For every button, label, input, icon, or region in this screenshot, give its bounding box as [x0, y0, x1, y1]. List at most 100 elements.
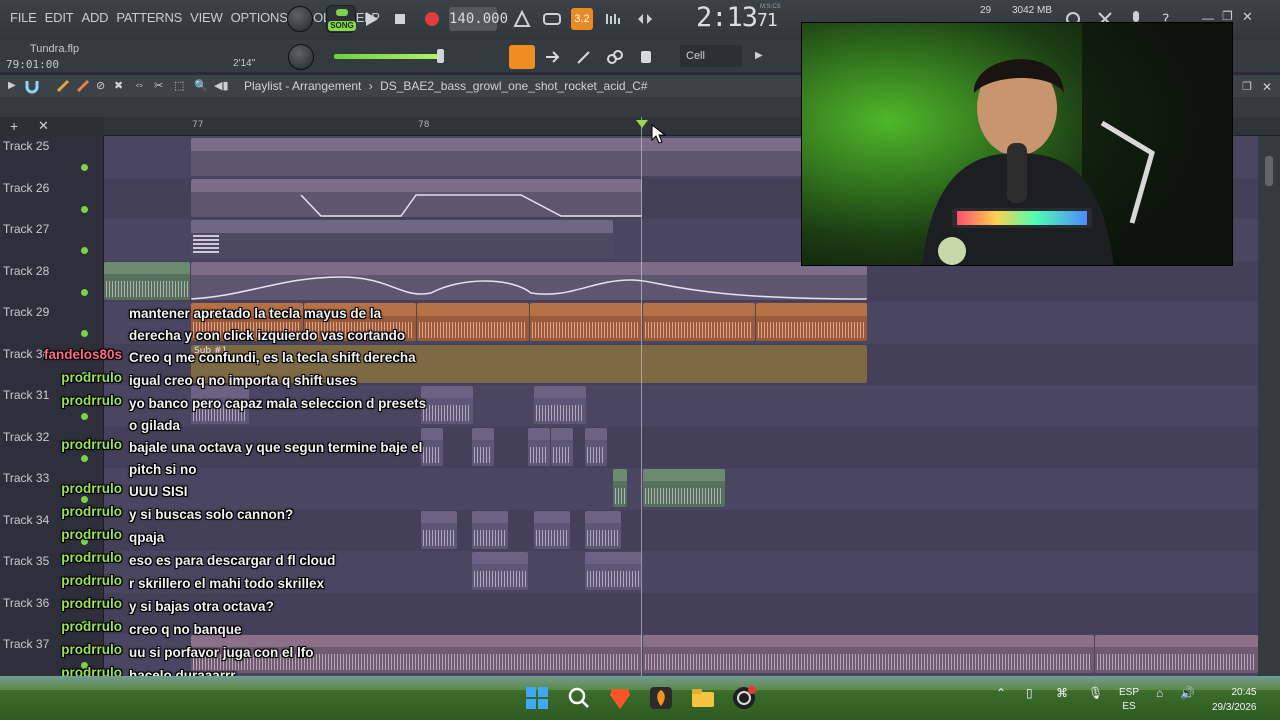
- audio-clip[interactable]: texture_lo..istemz2_Eb: [643, 303, 755, 341]
- waveform: [645, 654, 1092, 670]
- playlist-maximize-icon[interactable]: ❐: [1242, 80, 1252, 93]
- audio-clip[interactable]: [528, 428, 550, 466]
- waveform: [758, 322, 865, 338]
- audio-clip[interactable]: SOLT...h_D: [472, 552, 528, 590]
- audio-clip[interactable]: texture_loop_mumbaha_C: [1095, 635, 1258, 673]
- menu-file[interactable]: FILE: [6, 10, 41, 25]
- selected-clip-name[interactable]: DS_BAE2_bass_growl_one_shot_rocket_acid_…: [380, 79, 648, 93]
- countdown-badge[interactable]: 3.2: [571, 8, 593, 30]
- menu-edit[interactable]: EDIT: [41, 10, 78, 25]
- tempo-display[interactable]: 140.000: [449, 7, 508, 31]
- close-icon[interactable]: ✕: [1242, 9, 1253, 25]
- loop-record-icon[interactable]: [634, 8, 656, 30]
- volume-icon[interactable]: 🔊: [1180, 686, 1195, 700]
- track-mute-led[interactable]: [81, 164, 88, 171]
- language-indicator[interactable]: ESP ES: [1119, 686, 1139, 714]
- clip-label: Pattern 9: [194, 221, 235, 231]
- brush-icon[interactable]: [574, 48, 594, 66]
- microphone-icon[interactable]: 🎙: [1088, 686, 1103, 700]
- menu-options[interactable]: OPTIONS: [227, 10, 292, 25]
- audio-clip[interactable]: [472, 428, 494, 466]
- track-header[interactable]: Track 27: [0, 219, 104, 261]
- playlist-close-icon[interactable]: ✕: [1262, 80, 1272, 94]
- audio-clip[interactable]: texture_lo..istemz2_Eb: [756, 303, 867, 341]
- audio-clip[interactable]: texture_lo..istemz2_Eb: [530, 303, 642, 341]
- zoom-tool-icon[interactable]: 🔍: [194, 79, 208, 92]
- playlist-menu-arrow-icon[interactable]: ▶: [8, 80, 16, 91]
- mute-tool-icon[interactable]: ✖: [114, 79, 123, 92]
- pencil-icon[interactable]: [56, 79, 70, 93]
- tray-overflow-icon[interactable]: ⌃: [996, 686, 1006, 700]
- windows-start-icon[interactable]: [524, 685, 550, 711]
- metronome-icon[interactable]: [511, 8, 533, 30]
- audio-clip[interactable]: TRV_s_1: [534, 386, 586, 424]
- master-volume-handle[interactable]: [437, 49, 444, 63]
- obs-icon[interactable]: [731, 685, 757, 711]
- track-mute-led[interactable]: [81, 288, 88, 296]
- slice-tool-icon[interactable]: ✂: [154, 79, 163, 92]
- brave-browser-icon[interactable]: [607, 685, 633, 711]
- master-volume-slider[interactable]: [334, 54, 444, 59]
- song-mode-toggle[interactable]: SONG: [326, 5, 356, 33]
- snap-arrow-icon[interactable]: ▶: [755, 50, 763, 61]
- step-edit-icon[interactable]: [603, 8, 625, 30]
- audio-clip[interactable]: TR...9: [534, 511, 570, 549]
- delete-tool-icon[interactable]: ⊘: [96, 79, 105, 92]
- playhead-marker[interactable]: [636, 120, 648, 128]
- stream-chat-overlay: mantener apretado la tecla mayus de la d…: [0, 300, 440, 684]
- audio-clip[interactable]: [585, 428, 607, 466]
- play-icon[interactable]: [360, 8, 382, 30]
- audio-clip[interactable]: DS_BAE2...cid_C#: [643, 469, 725, 507]
- slip-tool-icon[interactable]: ⇔: [134, 79, 145, 91]
- usb-icon[interactable]: ▯: [1026, 686, 1033, 700]
- playback-tool-icon[interactable]: ◀▮: [214, 79, 229, 92]
- maximize-icon[interactable]: ❐: [1222, 9, 1233, 23]
- track-header[interactable]: Track 25: [0, 136, 104, 178]
- add-track-icon[interactable]: +: [10, 118, 18, 134]
- search-icon[interactable]: [566, 685, 592, 711]
- master-pitch-knob[interactable]: [288, 44, 314, 70]
- automation-clip[interactable]: Serum 2 #2 - SCREAM 1: [191, 262, 867, 300]
- waveform: [474, 530, 506, 546]
- stamp-icon[interactable]: [636, 48, 656, 66]
- wait-for-input-icon[interactable]: [541, 8, 563, 30]
- bluetooth-icon[interactable]: ⌘: [1056, 686, 1068, 700]
- scrollbar-thumb[interactable]: [1265, 156, 1273, 186]
- file-explorer-icon[interactable]: [690, 685, 716, 711]
- select-tool-icon[interactable]: ⬚: [174, 79, 184, 92]
- clip-label: texture_loop_mumbaha_C: [1098, 635, 1216, 645]
- magnet-icon[interactable]: [24, 78, 40, 94]
- audio-clip[interactable]: [551, 428, 573, 466]
- pattern-clip[interactable]: Pattern 9: [191, 220, 613, 258]
- menu-patterns[interactable]: PATTERNS: [112, 10, 186, 25]
- arrow-right-icon[interactable]: [543, 48, 563, 66]
- audio-clip[interactable]: SOLT...h_D: [585, 552, 641, 590]
- automation-clip[interactable]: Gross Beat - Bass - Volume smoothing rel…: [191, 179, 642, 217]
- track-header[interactable]: Track 28: [0, 260, 104, 302]
- track-header[interactable]: Track 26: [0, 177, 104, 219]
- paint-icon[interactable]: [76, 79, 90, 93]
- track-mute-led[interactable]: [81, 247, 88, 254]
- taskbar-clock[interactable]: 20:45 29/3/2026: [1212, 685, 1257, 715]
- remove-track-icon[interactable]: ✕: [38, 118, 49, 134]
- audio-clip[interactable]: TR...9: [472, 511, 508, 549]
- network-icon[interactable]: ⌂: [1156, 686, 1163, 700]
- playlist-button[interactable]: [509, 45, 535, 69]
- link-icon[interactable]: [605, 48, 625, 66]
- automation-clip[interactable]: Serum 2 #2 - SCREAM 2: [191, 138, 801, 176]
- audio-clip[interactable]: TR...9: [585, 511, 621, 549]
- track-mute-led[interactable]: [81, 205, 88, 213]
- audio-clip[interactable]: [104, 262, 190, 300]
- menu-add[interactable]: ADD: [77, 10, 112, 25]
- playlist-arrangement-label[interactable]: Playlist - Arrangement: [244, 79, 361, 93]
- fl-studio-icon[interactable]: [648, 685, 674, 711]
- menu-view[interactable]: VIEW: [186, 10, 226, 25]
- stop-icon[interactable]: [389, 8, 411, 30]
- vertical-scrollbar[interactable]: [1258, 136, 1280, 676]
- clip-label: Serum 2 #2 - SCREAM 1: [194, 263, 304, 273]
- audio-clip[interactable]: [613, 469, 627, 507]
- chat-message-text: r skrillero el mahi todo skrillex: [129, 576, 325, 591]
- audio-clip[interactable]: texture_loop_mumbaha_C: [643, 635, 1094, 673]
- record-icon[interactable]: [421, 8, 443, 30]
- main-volume-knob[interactable]: [287, 6, 313, 32]
